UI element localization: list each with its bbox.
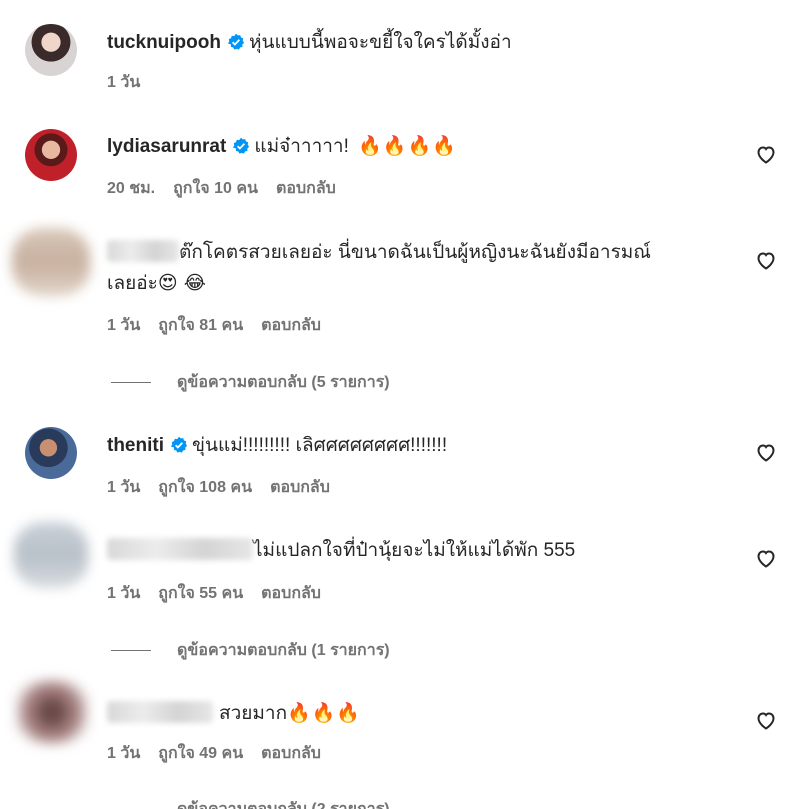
comment-text: ไม่แปลกใจที่ป๋านุ้ยจะไม่ให้แม่ได้พัก 555 — [253, 540, 576, 561]
reply-button[interactable]: ตอบกลับ — [261, 585, 321, 602]
like-count[interactable]: ถูกใจ 81 คน — [158, 317, 243, 334]
avatar[interactable] — [25, 129, 77, 181]
heart-icon[interactable] — [754, 708, 778, 732]
username[interactable]: tucknuipooh — [107, 32, 221, 53]
comment-text: ต๊กโคตรสวยเลยอ่ะ นี่ขนาดฉันเป็นผู้หญิงนะ… — [179, 242, 651, 263]
comment-text: ขุ่นแม่!!!!!!!!! เลิศศศศศศศศ!!!!!!! — [192, 435, 448, 456]
comment-body: สวยมาก🔥🔥🔥 — [107, 698, 361, 729]
like-count[interactable]: ถูกใจ 108 คน — [158, 479, 252, 496]
redacted-username — [107, 240, 179, 262]
heart-icon[interactable] — [754, 248, 778, 272]
comment-meta: 1 วัน — [107, 70, 158, 95]
timestamp[interactable]: 1 วัน — [107, 585, 140, 602]
username[interactable]: theniti — [107, 435, 164, 456]
reply-button[interactable]: ตอบกลับ — [276, 180, 336, 197]
redacted-username — [107, 701, 213, 723]
comment-text: แม่จ๋าาาาา! — [254, 136, 355, 157]
comment-meta: 1 วัน ถูกใจ 49 คน ตอบกลับ — [107, 741, 339, 766]
avatar[interactable] — [12, 228, 90, 296]
comment-text: หุ่นแบบนี้พอจะขยี้ใจใครได้มั้งอ่า — [248, 32, 512, 53]
view-replies-button[interactable]: ดูข้อความตอบกลับ (2 รายการ) — [111, 797, 390, 809]
like-count[interactable]: ถูกใจ 49 คน — [158, 745, 243, 762]
fire-emoji-icon: 🔥🔥🔥 — [287, 702, 362, 724]
emoji-icon: 😍 😂 — [157, 272, 206, 294]
like-count[interactable]: ถูกใจ 10 คน — [173, 180, 258, 197]
comment-meta: 1 วัน ถูกใจ 55 คน ตอบกลับ — [107, 581, 339, 606]
view-replies-label[interactable]: ดูข้อความตอบกลับ (5 รายการ) — [177, 370, 390, 395]
timestamp[interactable]: 20 ชม. — [107, 180, 155, 197]
view-replies-label[interactable]: ดูข้อความตอบกลับ (2 รายการ) — [177, 797, 390, 809]
comment-meta: 20 ชม. ถูกใจ 10 คน ตอบกลับ — [107, 176, 354, 201]
verified-badge-icon — [233, 137, 250, 154]
comment-body: theniti ขุ่นแม่!!!!!!!!! เลิศศศศศศศศ!!!!!… — [107, 431, 447, 461]
comment-body: ไม่แปลกใจที่ป๋านุ้ยจะไม่ให้แม่ได้พัก 555 — [107, 536, 575, 566]
avatar[interactable] — [25, 427, 77, 479]
comment-meta: 1 วัน ถูกใจ 108 คน ตอบกลับ — [107, 475, 348, 500]
view-replies-button[interactable]: ดูข้อความตอบกลับ (5 รายการ) — [111, 370, 390, 395]
comment-body: ต๊กโคตรสวยเลยอ่ะ นี่ขนาดฉันเป็นผู้หญิงนะ… — [107, 238, 651, 268]
avatar[interactable] — [25, 24, 77, 76]
reply-button[interactable]: ตอบกลับ — [261, 745, 321, 762]
heart-icon[interactable] — [754, 440, 778, 464]
avatar[interactable] — [16, 680, 88, 744]
view-replies-button[interactable]: ดูข้อความตอบกลับ (1 รายการ) — [111, 638, 390, 663]
timestamp[interactable]: 1 วัน — [107, 74, 140, 91]
verified-badge-icon — [227, 33, 245, 50]
timestamp[interactable]: 1 วัน — [107, 745, 140, 762]
comment-text: สวยมาก — [219, 703, 288, 724]
heart-icon[interactable] — [754, 546, 778, 570]
comment-meta: 1 วัน ถูกใจ 81 คน ตอบกลับ — [107, 313, 339, 338]
verified-badge-icon — [170, 436, 188, 453]
username[interactable]: lydiasarunrat — [107, 136, 226, 157]
timestamp[interactable]: 1 วัน — [107, 479, 140, 496]
avatar[interactable] — [14, 522, 88, 588]
reply-button[interactable]: ตอบกลับ — [270, 479, 330, 496]
view-replies-label[interactable]: ดูข้อความตอบกลับ (1 รายการ) — [177, 638, 390, 663]
timestamp[interactable]: 1 วัน — [107, 317, 140, 334]
like-count[interactable]: ถูกใจ 55 คน — [158, 585, 243, 602]
divider — [111, 382, 151, 383]
comment-body: tucknuipooh หุ่นแบบนี้พอจะขยี้ใจใครได้มั้… — [107, 28, 512, 58]
heart-icon[interactable] — [754, 142, 778, 166]
divider — [111, 650, 151, 651]
comment-body-line2: เลยอ่ะ😍 😂 — [107, 268, 206, 299]
comment-body: lydiasarunrat แม่จ๋าาาาา! 🔥🔥🔥🔥 — [107, 131, 457, 162]
comment-text-cont: เลยอ่ะ — [107, 273, 158, 294]
fire-emoji-icon: 🔥🔥🔥🔥 — [358, 135, 457, 157]
redacted-username — [107, 538, 253, 560]
reply-button[interactable]: ตอบกลับ — [261, 317, 321, 334]
